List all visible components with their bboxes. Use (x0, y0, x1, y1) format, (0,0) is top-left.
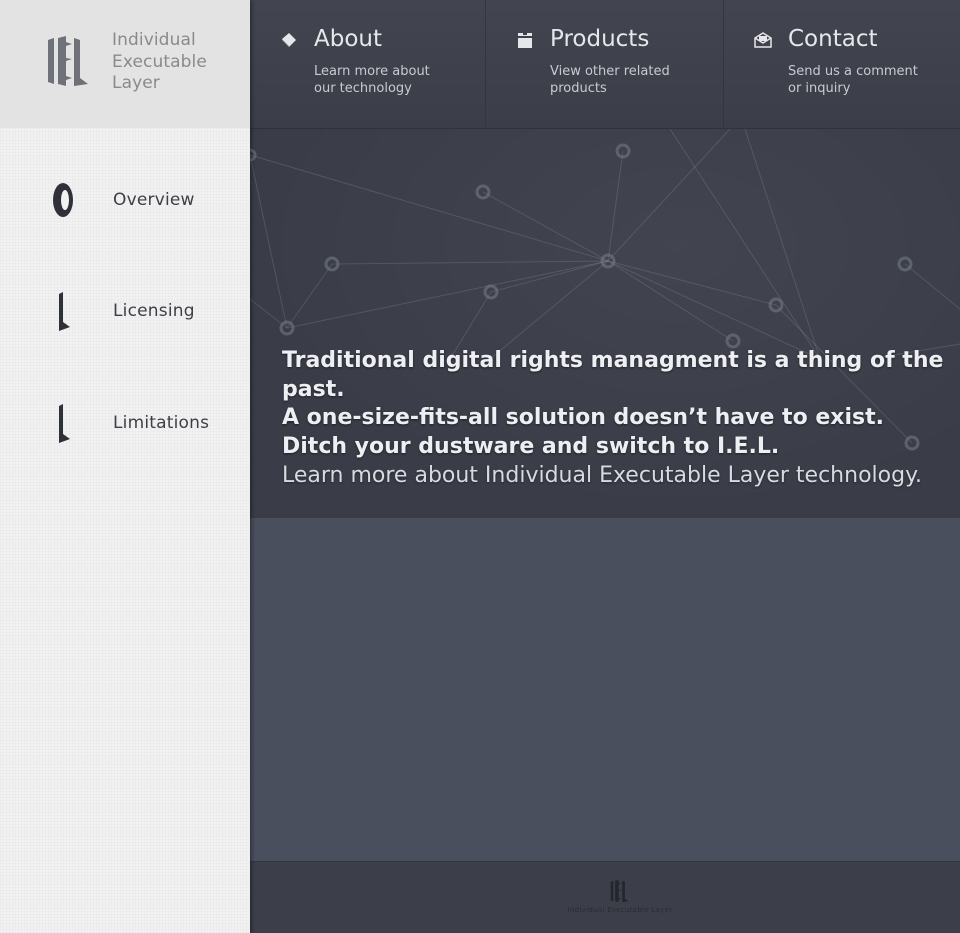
sidebar-item-limitations[interactable]: Limitations (0, 384, 250, 464)
nav-item-about[interactable]: About Learn more about our technology (250, 0, 486, 128)
brand-name: Individual Executable Layer (112, 30, 207, 95)
nav-title: Products (550, 26, 650, 52)
top-nav: About Learn more about our technology Pr… (250, 0, 960, 128)
nav-subtitle: View other related products (550, 64, 670, 96)
hero-line: Traditional digital rights managment is … (282, 348, 944, 402)
nav-subtitle: Learn more about our technology (314, 64, 430, 96)
licensing-glyph-icon (59, 292, 70, 331)
limitations-glyph-icon (59, 404, 70, 443)
sidebar-item-label: Overview (113, 190, 195, 210)
envelope-icon (754, 32, 772, 48)
sidebar-item-label: Limitations (113, 413, 210, 433)
sidebar: Individual Executable Layer Overview Lic… (0, 0, 250, 933)
nav-item-products[interactable]: Products View other related products (486, 0, 724, 128)
hero-headline: Traditional digital rights managment is … (282, 347, 960, 461)
hero-banner: Traditional digital rights managment is … (250, 128, 960, 518)
brand-name-line: Individual (112, 30, 196, 50)
brand-name-line: Executable (112, 51, 207, 72)
main-content (250, 518, 960, 861)
hero-line: Ditch your dustware and switch to I.E.L. (282, 433, 780, 459)
nav-item-contact[interactable]: Contact Send us a comment or inquiry (724, 0, 960, 128)
nav-subtitle: Send us a comment or inquiry (788, 64, 918, 96)
iel-logo-icon (48, 36, 88, 86)
sidebar-item-licensing[interactable]: Licensing (0, 272, 250, 352)
book-icon (282, 33, 296, 47)
nav-title: About (314, 26, 383, 52)
footer: Individual Executable Layer (250, 861, 960, 933)
sidebar-item-overview[interactable]: Overview (0, 160, 250, 240)
footer-text: Individual Executable Layer (567, 906, 673, 914)
brand-header[interactable]: Individual Executable Layer (0, 0, 250, 128)
iel-footer-logo-icon (610, 879, 629, 903)
learn-more-link[interactable]: Learn more about Individual Executable L… (282, 463, 922, 488)
overview-glyph-icon (53, 183, 73, 217)
hero-line: A one-size-fits-all solution doesn’t hav… (282, 405, 884, 430)
nav-title: Contact (788, 26, 878, 52)
box-icon (518, 33, 532, 48)
sidebar-item-label: Licensing (113, 301, 195, 321)
brand-name-line: Layer (112, 73, 160, 93)
